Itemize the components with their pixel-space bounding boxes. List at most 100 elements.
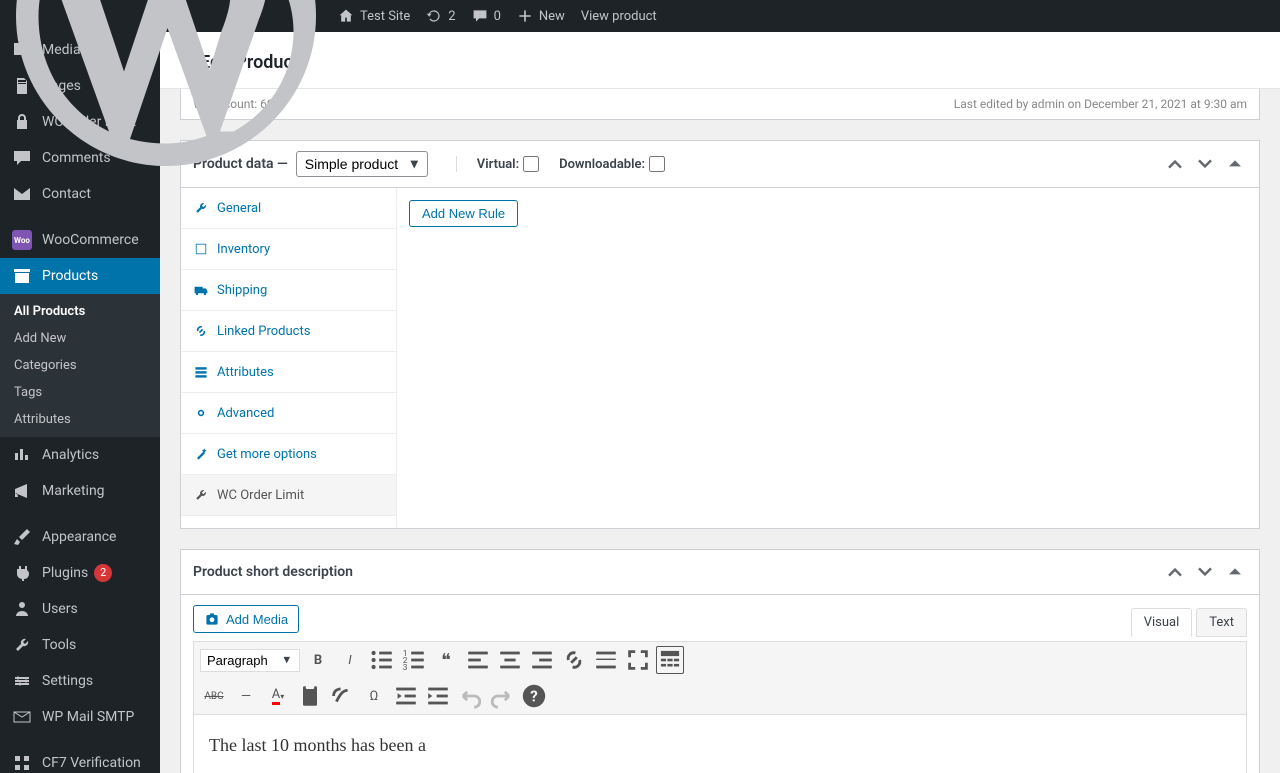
admin-bar: Test Site 2 0 New View product	[0, 0, 1280, 32]
product-data-box: Product data — Simple product Virtual: D…	[180, 140, 1260, 529]
clear-formatting-button[interactable]	[328, 682, 356, 710]
menu-products[interactable]: Products	[0, 258, 160, 294]
house-icon	[338, 8, 354, 24]
menu-appearance[interactable]: Appearance	[0, 519, 160, 555]
plug-icon	[12, 563, 32, 583]
bold-button[interactable]: B	[304, 646, 332, 674]
woocommerce-icon: Woo	[12, 230, 32, 250]
analytics-icon	[12, 445, 32, 465]
link-button[interactable]	[560, 646, 588, 674]
chevron-up-icon[interactable]	[1163, 560, 1187, 584]
svg-text:?: ?	[530, 688, 538, 706]
submenu-all-products[interactable]: All Products	[0, 298, 160, 325]
downloadable-checkbox-label[interactable]: Downloadable:	[559, 156, 665, 172]
chevron-down-icon[interactable]	[1193, 560, 1217, 584]
new-content[interactable]: New	[509, 0, 573, 32]
visual-tab[interactable]: Visual	[1131, 608, 1193, 637]
add-new-rule-button[interactable]: Add New Rule	[409, 200, 518, 227]
special-char-button[interactable]: Ω	[360, 682, 388, 710]
tab-linked-products[interactable]: Linked Products	[181, 311, 396, 352]
wp-logo[interactable]	[8, 0, 330, 32]
virtual-checkbox[interactable]	[523, 156, 539, 172]
menu-wp-mail-smtp[interactable]: WP Mail SMTP	[0, 699, 160, 735]
menu-marketing[interactable]: Marketing	[0, 473, 160, 509]
paste-text-button[interactable]	[296, 682, 324, 710]
product-data-panel: Add New Rule	[397, 188, 1259, 528]
blockquote-button[interactable]: ❝	[432, 646, 460, 674]
brush-icon	[12, 527, 32, 547]
editor-toolbar-row1: Paragraph B I 123 ❝	[193, 641, 1247, 678]
hr-button[interactable]: —	[232, 682, 260, 710]
editor-status-bar: Word count: 69 Last edited by admin on D…	[180, 89, 1260, 120]
help-button[interactable]: ?	[520, 682, 548, 710]
mail-icon	[12, 184, 32, 204]
redo-button[interactable]	[488, 682, 516, 710]
menu-woocommerce[interactable]: WooWooCommerce	[0, 222, 160, 258]
wrench-icon	[193, 200, 209, 216]
comment-icon	[472, 8, 488, 24]
format-select[interactable]: Paragraph	[200, 649, 300, 672]
toolbar-toggle-button[interactable]	[656, 646, 684, 674]
chevron-up-icon[interactable]	[1163, 152, 1187, 176]
tab-general[interactable]: General	[181, 188, 396, 229]
align-center-button[interactable]	[496, 646, 524, 674]
camera-icon	[204, 611, 220, 627]
tab-shipping[interactable]: Shipping	[181, 270, 396, 311]
fullscreen-button[interactable]	[624, 646, 652, 674]
comments[interactable]: 0	[464, 0, 509, 32]
strikethrough-button[interactable]: ABC	[200, 682, 228, 710]
tab-inventory[interactable]: Inventory	[181, 229, 396, 270]
menu-settings[interactable]: Settings	[0, 663, 160, 699]
collapse-icon[interactable]	[1223, 152, 1247, 176]
tab-get-more-options[interactable]: Get more options	[181, 434, 396, 475]
plugin-update-badge: 2	[94, 564, 112, 582]
page-body: Edit Product Word count: 69 Last edited …	[160, 0, 1280, 773]
menu-analytics[interactable]: Analytics	[0, 437, 160, 473]
menu-users[interactable]: Users	[0, 591, 160, 627]
menu-tools[interactable]: Tools	[0, 627, 160, 663]
chevron-down-icon[interactable]	[1193, 152, 1217, 176]
plus-icon	[517, 8, 533, 24]
text-tab[interactable]: Text	[1196, 608, 1247, 637]
align-right-button[interactable]	[528, 646, 556, 674]
updates[interactable]: 2	[418, 0, 463, 32]
read-more-button[interactable]	[592, 646, 620, 674]
refresh-icon	[426, 8, 442, 24]
submenu-attributes[interactable]: Attributes	[0, 406, 160, 433]
text-color-button[interactable]: A▾	[264, 682, 292, 710]
editor-toolbar-row2: ABC — A▾ Ω ?	[193, 678, 1247, 714]
bullet-list-button[interactable]	[368, 646, 396, 674]
submenu-categories[interactable]: Categories	[0, 352, 160, 379]
align-left-button[interactable]	[464, 646, 492, 674]
grid-icon	[12, 753, 32, 773]
virtual-checkbox-label[interactable]: Virtual:	[477, 156, 539, 172]
undo-button[interactable]	[456, 682, 484, 710]
downloadable-checkbox[interactable]	[649, 156, 665, 172]
outdent-button[interactable]	[392, 682, 420, 710]
tab-wc-order-limit[interactable]: WC Order Limit	[181, 475, 396, 516]
page-title: Edit Product	[200, 52, 1260, 73]
submenu-tags[interactable]: Tags	[0, 379, 160, 406]
view-product[interactable]: View product	[573, 0, 665, 32]
menu-plugins[interactable]: Plugins2	[0, 555, 160, 591]
indent-button[interactable]	[424, 682, 452, 710]
menu-cf7-verification[interactable]: CF7 Verification	[0, 745, 160, 773]
page-header: Edit Product	[160, 32, 1280, 89]
collapse-icon[interactable]	[1223, 560, 1247, 584]
numbered-list-button[interactable]: 123	[400, 646, 428, 674]
add-media-button[interactable]: Add Media	[193, 605, 299, 633]
marketing-icon	[12, 481, 32, 501]
inventory-icon	[193, 241, 209, 257]
short-description-title: Product short description	[193, 564, 1163, 580]
site-name[interactable]: Test Site	[330, 0, 418, 32]
tab-attributes[interactable]: Attributes	[181, 352, 396, 393]
svg-text:3: 3	[403, 663, 408, 673]
list-icon	[193, 364, 209, 380]
italic-button[interactable]: I	[336, 646, 364, 674]
menu-contact[interactable]: Contact	[0, 176, 160, 212]
tab-advanced[interactable]: Advanced	[181, 393, 396, 434]
short-description-box: Product short description Add Media Visu…	[180, 549, 1260, 773]
editor-content[interactable]: The last 10 months has been a	[193, 714, 1247, 773]
submenu-add-new[interactable]: Add New	[0, 325, 160, 352]
settings-icon	[12, 671, 32, 691]
